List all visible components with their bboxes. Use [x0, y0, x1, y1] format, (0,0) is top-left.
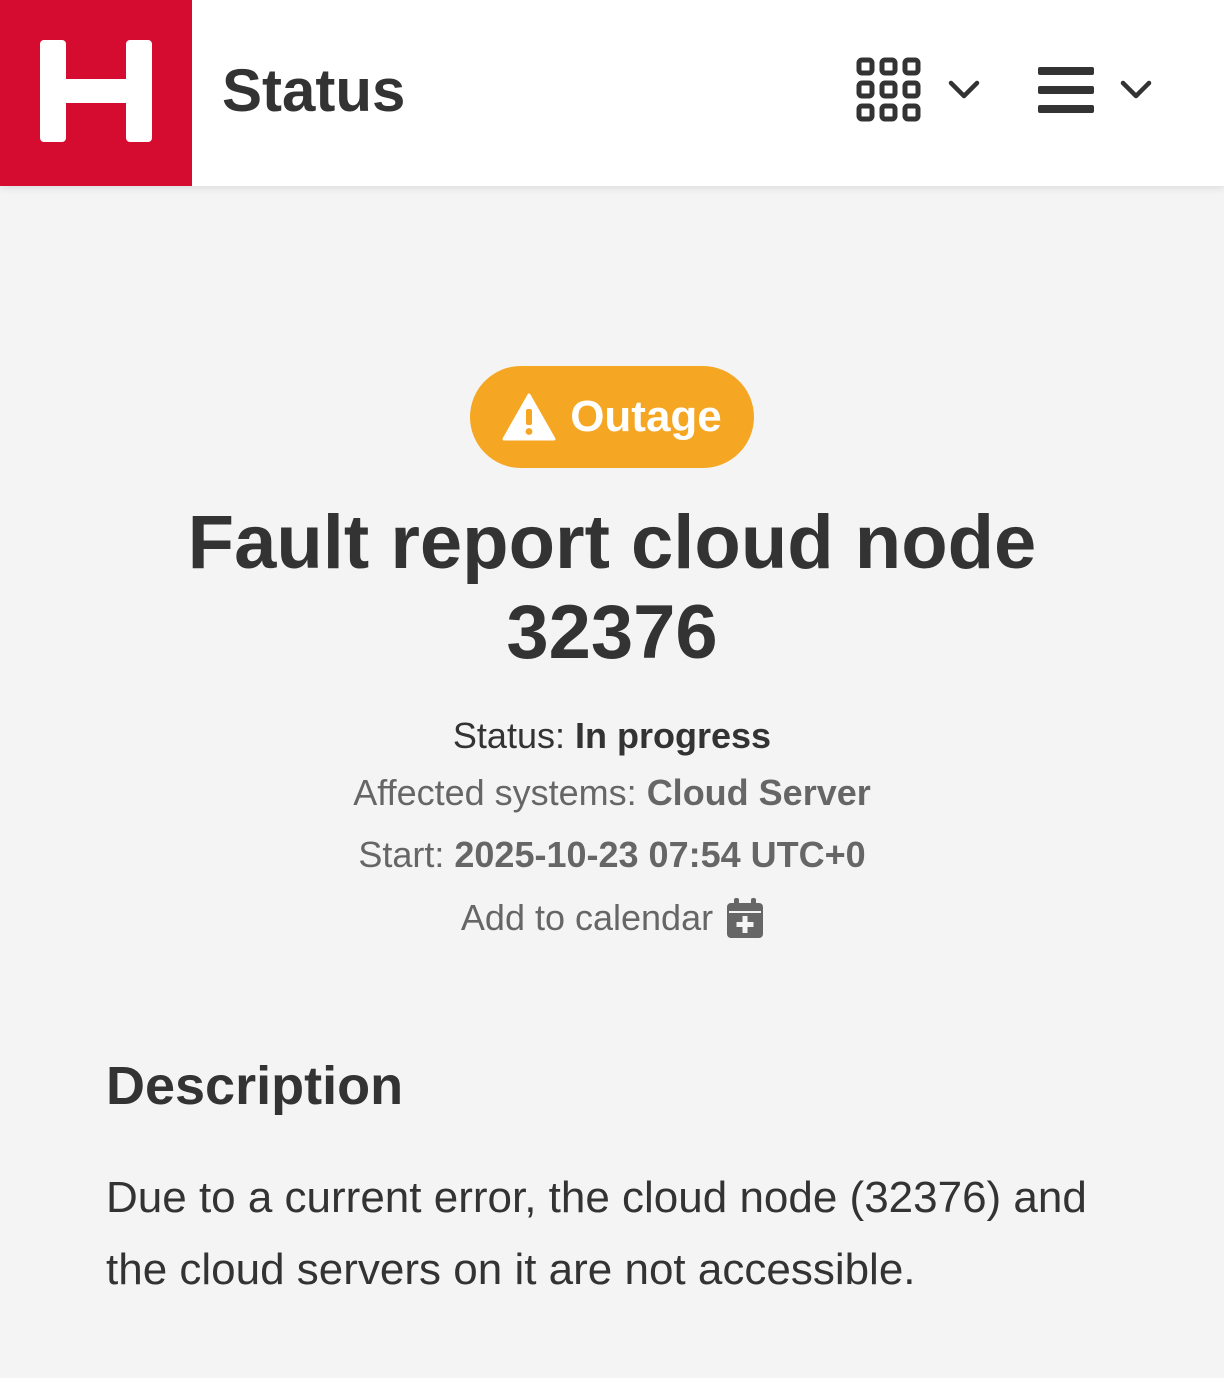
affected-systems-value: Cloud Server	[646, 772, 871, 813]
calendar-plus-icon	[727, 898, 764, 938]
chevron-down-icon	[1120, 80, 1152, 99]
status-line: Status: In progress	[0, 714, 1224, 758]
warning-icon	[502, 393, 556, 441]
affected-systems-line: Affected systems: Cloud Server	[0, 771, 1224, 815]
start-value: 2025-10-23 07:54 UTC+0	[454, 834, 866, 875]
add-to-calendar-label: Add to calendar	[460, 897, 714, 938]
start-label: Start:	[358, 834, 445, 875]
incident-detail: Outage Fault report cloud node 32376 Sta…	[0, 186, 1224, 1378]
hamburger-icon	[1038, 67, 1094, 113]
status-label: Status:	[452, 715, 565, 756]
top-header: Status	[0, 0, 1224, 186]
start-line: Start: 2025-10-23 07:54 UTC+0	[0, 833, 1224, 877]
affected-systems-label: Affected systems:	[353, 772, 637, 813]
apps-menu-button[interactable]	[856, 50, 980, 130]
add-to-calendar-link[interactable]: Add to calendar	[460, 896, 764, 940]
description-text: Due to a current error, the cloud node (…	[106, 1173, 1087, 1294]
calendar-row: Add to calendar	[0, 896, 1224, 940]
app-title: Status	[222, 57, 406, 124]
page-title: Fault report cloud node 32376	[187, 500, 1037, 675]
status-value: In progress	[575, 715, 772, 756]
chevron-down-icon	[948, 80, 980, 99]
status-badge: Outage	[470, 366, 754, 468]
main-menu-button[interactable]	[1038, 50, 1152, 130]
logo-h-icon	[40, 40, 152, 142]
logo[interactable]	[0, 0, 192, 186]
status-badge-label: Outage	[570, 392, 722, 441]
description-heading: Description	[106, 1056, 404, 1116]
grid-icon	[856, 57, 921, 122]
